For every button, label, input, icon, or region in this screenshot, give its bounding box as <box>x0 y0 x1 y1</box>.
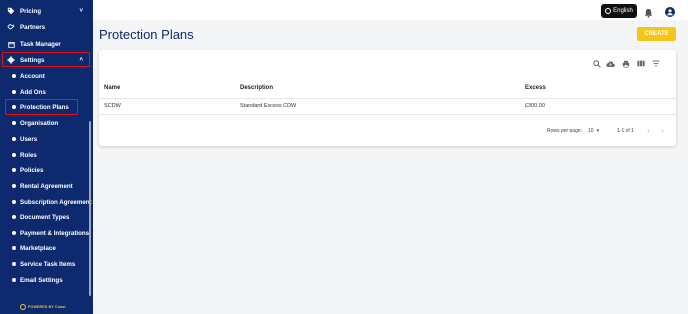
bullet-icon <box>12 200 16 204</box>
sidebar-item-label: Task Manager <box>20 40 61 48</box>
cell-description: Standard Excess CDW <box>240 103 297 109</box>
rows-per-page-value: 10 <box>588 128 594 134</box>
chevron-down-icon: ˅ <box>79 8 83 14</box>
bullet-icon <box>12 74 16 78</box>
bullet-icon <box>12 262 16 266</box>
rows-per-page-select[interactable]: 10 ▾ <box>588 128 599 134</box>
bullet-icon <box>12 90 16 94</box>
protection-plans-highlight-box <box>5 99 78 115</box>
account-icon[interactable] <box>665 4 675 17</box>
handshake-icon <box>7 23 15 31</box>
previous-page-icon[interactable]: ‹ <box>644 126 653 135</box>
sidebar-item-task-manager[interactable]: Task Manager <box>0 37 93 51</box>
sidebar-subitem-roles[interactable]: Roles <box>0 148 93 162</box>
row-divider <box>99 114 676 115</box>
language-label: English <box>613 8 633 14</box>
bullet-icon <box>12 121 16 125</box>
bullet-icon <box>12 278 16 282</box>
caret-down-icon: ▾ <box>596 128 600 134</box>
sidebar-subitem-payment-integrations[interactable]: Payment & Integrations <box>0 226 93 240</box>
sidebar-item-partners[interactable]: Partners <box>0 20 93 34</box>
sidebar-subitem-label: Document Types <box>20 213 70 221</box>
bullet-icon <box>12 184 16 188</box>
sidebar-subitem-label: Rental Agreement <box>20 182 73 190</box>
settings-highlight-box <box>2 52 90 67</box>
page-title: Protection Plans <box>99 27 194 42</box>
bullet-icon <box>12 246 16 250</box>
sidebar-scrollbar[interactable] <box>89 121 91 296</box>
rows-per-page-label: Rows per page: <box>547 128 583 134</box>
powered-by-logo: POWERED BY Coast <box>20 304 66 310</box>
sidebar-subitem-label: Email Settings <box>20 276 63 284</box>
cell-name: SCDW <box>104 103 121 109</box>
sidebar-subitem-label: Account <box>20 72 45 80</box>
sidebar-subitem-label: Subscription Agreement <box>20 198 92 206</box>
sidebar-subitem-label: Policies <box>20 166 44 174</box>
create-button[interactable]: CREATE <box>637 27 676 41</box>
protection-plans-table-card: Name Description Excess SCDW Standard Ex… <box>99 50 676 146</box>
sidebar-subitem-policies[interactable]: Policies <box>0 163 93 177</box>
sidebar-subitem-document-types[interactable]: Document Types <box>0 210 93 224</box>
sidebar: Pricing ˅ Partners Task Manager Settings… <box>0 0 93 314</box>
sidebar-item-label: Partners <box>20 23 46 31</box>
tag-icon <box>7 7 15 15</box>
sidebar-subitem-rental-agreement[interactable]: Rental Agreement <box>0 179 93 193</box>
header-divider <box>99 98 676 99</box>
filter-icon[interactable] <box>651 59 660 68</box>
top-bar <box>93 0 688 20</box>
sidebar-item-label: Pricing <box>20 7 41 15</box>
bullet-icon <box>12 231 16 235</box>
pagination-range: 1-1 of 1 <box>617 128 634 134</box>
sidebar-subitem-label: Users <box>20 135 38 143</box>
sidebar-subitem-label: Organisation <box>20 119 59 127</box>
sidebar-subitem-account[interactable]: Account <box>0 69 93 83</box>
sidebar-subitem-label: Service Task Items <box>20 260 76 268</box>
download-icon[interactable] <box>606 59 615 68</box>
cell-excess: £300.00 <box>525 103 545 109</box>
next-page-icon[interactable]: › <box>658 126 667 135</box>
column-header-excess[interactable]: Excess <box>525 85 546 91</box>
sidebar-subitem-email-settings[interactable]: Email Settings <box>0 273 93 287</box>
view-columns-icon[interactable] <box>636 59 645 68</box>
sidebar-subitem-organisation[interactable]: Organisation <box>0 116 93 130</box>
brand-logo-icon <box>20 304 26 310</box>
column-header-description[interactable]: Description <box>240 85 273 91</box>
sidebar-subitem-subscription-agreement[interactable]: Subscription Agreement <box>0 195 93 209</box>
sidebar-subitem-label: Marketplace <box>20 244 56 252</box>
sidebar-subitem-add-ons[interactable]: Add Ons <box>0 85 93 99</box>
powered-by-text: POWERED BY Coast <box>28 305 66 309</box>
sidebar-subitem-label: Roles <box>20 151 37 159</box>
bell-icon[interactable] <box>644 5 653 18</box>
column-header-name[interactable]: Name <box>104 85 120 91</box>
bullet-icon <box>12 168 16 172</box>
bullet-icon <box>12 137 16 141</box>
globe-icon <box>605 8 612 14</box>
sidebar-subitem-marketplace[interactable]: Marketplace <box>0 241 93 255</box>
print-icon[interactable] <box>621 59 630 68</box>
calendar-icon <box>7 40 15 48</box>
language-button[interactable]: English <box>601 4 637 18</box>
search-icon[interactable] <box>592 59 601 68</box>
sidebar-item-pricing[interactable]: Pricing ˅ <box>0 4 93 18</box>
bullet-icon <box>12 153 16 157</box>
sidebar-subitem-label: Add Ons <box>20 88 46 96</box>
bullet-icon <box>12 215 16 219</box>
sidebar-subitem-service-task-items[interactable]: Service Task Items <box>0 257 93 271</box>
sidebar-subitem-users[interactable]: Users <box>0 132 93 146</box>
sidebar-subitem-label: Payment & Integrations <box>20 229 90 237</box>
